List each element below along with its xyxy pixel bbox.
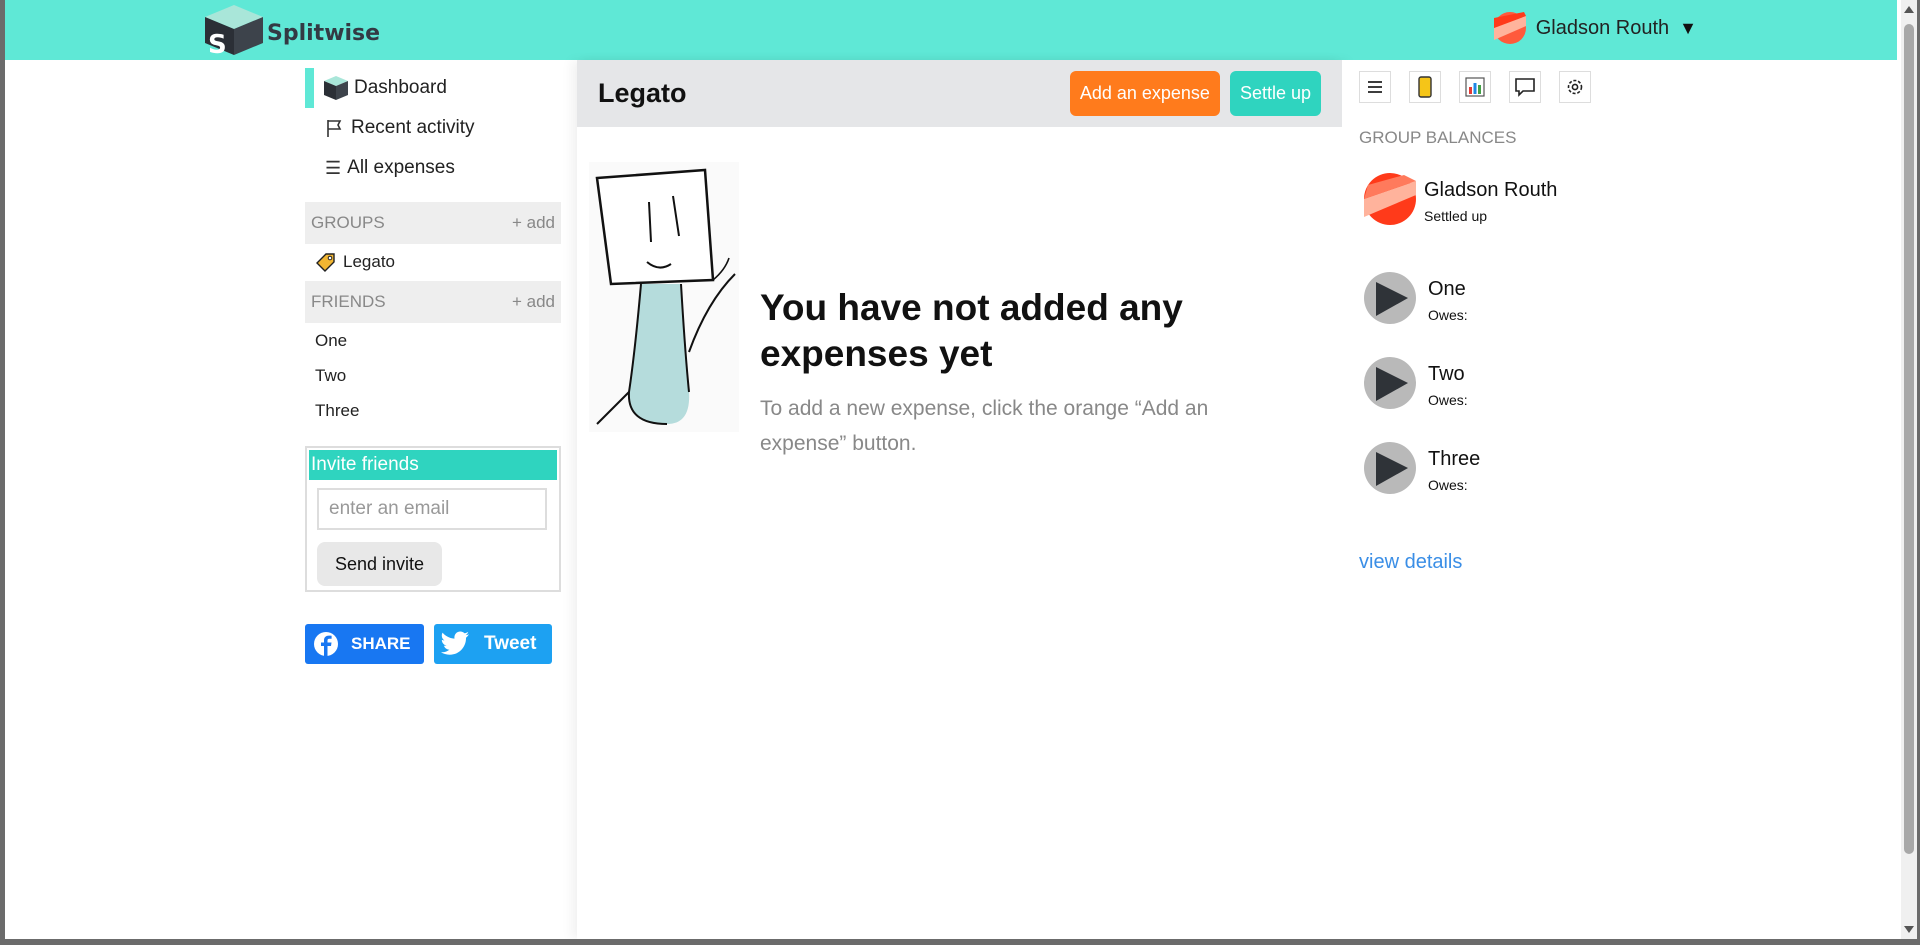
chart-icon <box>1465 77 1485 97</box>
balance-status: Owes: <box>1428 477 1468 493</box>
list-view-button[interactable] <box>1359 71 1391 103</box>
groups-title: GROUPS <box>311 213 385 232</box>
twitter-label: Tweet <box>484 633 537 654</box>
balance-name: Gladson Routh <box>1424 179 1558 201</box>
nav-all-expenses[interactable]: ☰ All expenses <box>305 148 561 188</box>
facebook-share-button[interactable]: SHARE <box>305 624 424 664</box>
invite-email-input[interactable] <box>317 488 547 530</box>
phone-view-button[interactable] <box>1409 71 1441 103</box>
add-friend-button[interactable]: + add <box>512 292 555 312</box>
friends-title: FRIENDS <box>311 292 386 311</box>
view-details-link[interactable]: view details <box>1359 551 1462 574</box>
balance-row[interactable]: One Owes: <box>1364 272 1468 324</box>
friends-header: FRIENDS + add <box>305 281 561 323</box>
right-sidebar: GROUP BALANCES Gladson Routh Settled up … <box>1342 60 1897 939</box>
balance-name: Two <box>1428 363 1465 385</box>
empty-state-illustration <box>589 162 739 432</box>
invite-title: Invite friends <box>309 450 557 480</box>
main-content: Legato Add an expense Settle up You have… <box>577 60 1342 939</box>
app-name: Splitwise <box>267 20 381 46</box>
balance-name: One <box>1428 278 1466 300</box>
avatar <box>1364 272 1416 324</box>
nav-dashboard[interactable]: Dashboard <box>305 68 561 108</box>
tag-icon <box>316 252 335 272</box>
friend-item[interactable]: Two <box>305 358 561 393</box>
list-icon <box>1368 81 1382 93</box>
scroll-up-icon[interactable] <box>1904 6 1914 13</box>
caret-down-icon[interactable]: ▼ <box>1679 18 1697 39</box>
splitwise-logo[interactable]: S Splitwise <box>205 5 380 55</box>
group-header: Legato Add an expense Settle up <box>577 60 1342 127</box>
friend-item[interactable]: Three <box>305 393 561 428</box>
settings-button[interactable] <box>1559 71 1591 103</box>
balance-status: Owes: <box>1428 307 1468 323</box>
group-item-legato[interactable]: Legato <box>305 244 561 279</box>
comment-icon <box>1515 78 1535 97</box>
invite-friends-box: Invite friends Send invite <box>305 446 561 592</box>
balance-status: Settled up <box>1424 208 1488 224</box>
send-invite-button[interactable]: Send invite <box>317 542 442 586</box>
page-scrollbar[interactable] <box>1901 0 1917 939</box>
splitwise-logo-icon <box>324 76 348 100</box>
nav-recent-activity[interactable]: Recent activity <box>305 108 561 148</box>
avatar <box>1364 173 1416 225</box>
avatar <box>1364 442 1416 494</box>
view-toolbar <box>1359 71 1609 103</box>
tweet-button[interactable]: Tweet <box>434 624 552 664</box>
nav-label: All expenses <box>347 157 455 178</box>
add-expense-button[interactable]: Add an expense <box>1069 71 1220 116</box>
balance-row[interactable]: Gladson Routh Settled up <box>1364 173 1557 225</box>
splitwise-logo-icon: S <box>205 5 263 55</box>
nav-label: Dashboard <box>354 77 447 98</box>
facebook-label: SHARE <box>351 634 411 653</box>
svg-text:S: S <box>208 30 227 55</box>
user-menu[interactable]: Gladson Routh ▼ <box>1493 12 1697 44</box>
top-header: S Splitwise Gladson Routh ▼ <box>5 0 1897 60</box>
settle-up-button[interactable]: Settle up <box>1229 71 1321 116</box>
balance-row[interactable]: Two Owes: <box>1364 357 1468 409</box>
social-buttons: SHARE Tweet <box>305 624 561 664</box>
balance-name: Three <box>1428 448 1481 470</box>
page-title: Legato <box>598 78 687 108</box>
user-name: Gladson Routh <box>1535 16 1670 39</box>
avatar <box>1493 12 1526 44</box>
phone-icon <box>1418 76 1432 98</box>
avatar <box>1364 357 1416 409</box>
chart-view-button[interactable] <box>1459 71 1491 103</box>
facebook-icon <box>314 632 338 656</box>
flag-icon <box>325 118 345 138</box>
scroll-down-icon[interactable] <box>1904 926 1914 933</box>
comments-button[interactable] <box>1509 71 1541 103</box>
left-sidebar: Dashboard Recent activity ☰ All expenses… <box>305 68 561 664</box>
groups-header: GROUPS + add <box>305 202 561 244</box>
empty-state: You have not added any expenses yet To a… <box>577 127 1342 455</box>
settings-icon <box>1567 79 1583 95</box>
balance-status: Owes: <box>1428 392 1468 408</box>
add-group-button[interactable]: + add <box>512 213 555 233</box>
list-icon: ☰ <box>325 157 342 178</box>
group-label: Legato <box>343 251 395 271</box>
empty-state-subtitle: To add a new expense, click the orange “… <box>760 397 1209 455</box>
twitter-icon <box>440 631 469 655</box>
empty-state-title: You have not added any expenses yet <box>760 287 1183 374</box>
nav-label: Recent activity <box>351 117 475 138</box>
friend-item[interactable]: One <box>305 323 561 358</box>
balance-row[interactable]: Three Owes: <box>1364 442 1480 494</box>
group-balances-title: GROUP BALANCES <box>1359 128 1517 147</box>
scroll-thumb[interactable] <box>1904 24 1914 854</box>
